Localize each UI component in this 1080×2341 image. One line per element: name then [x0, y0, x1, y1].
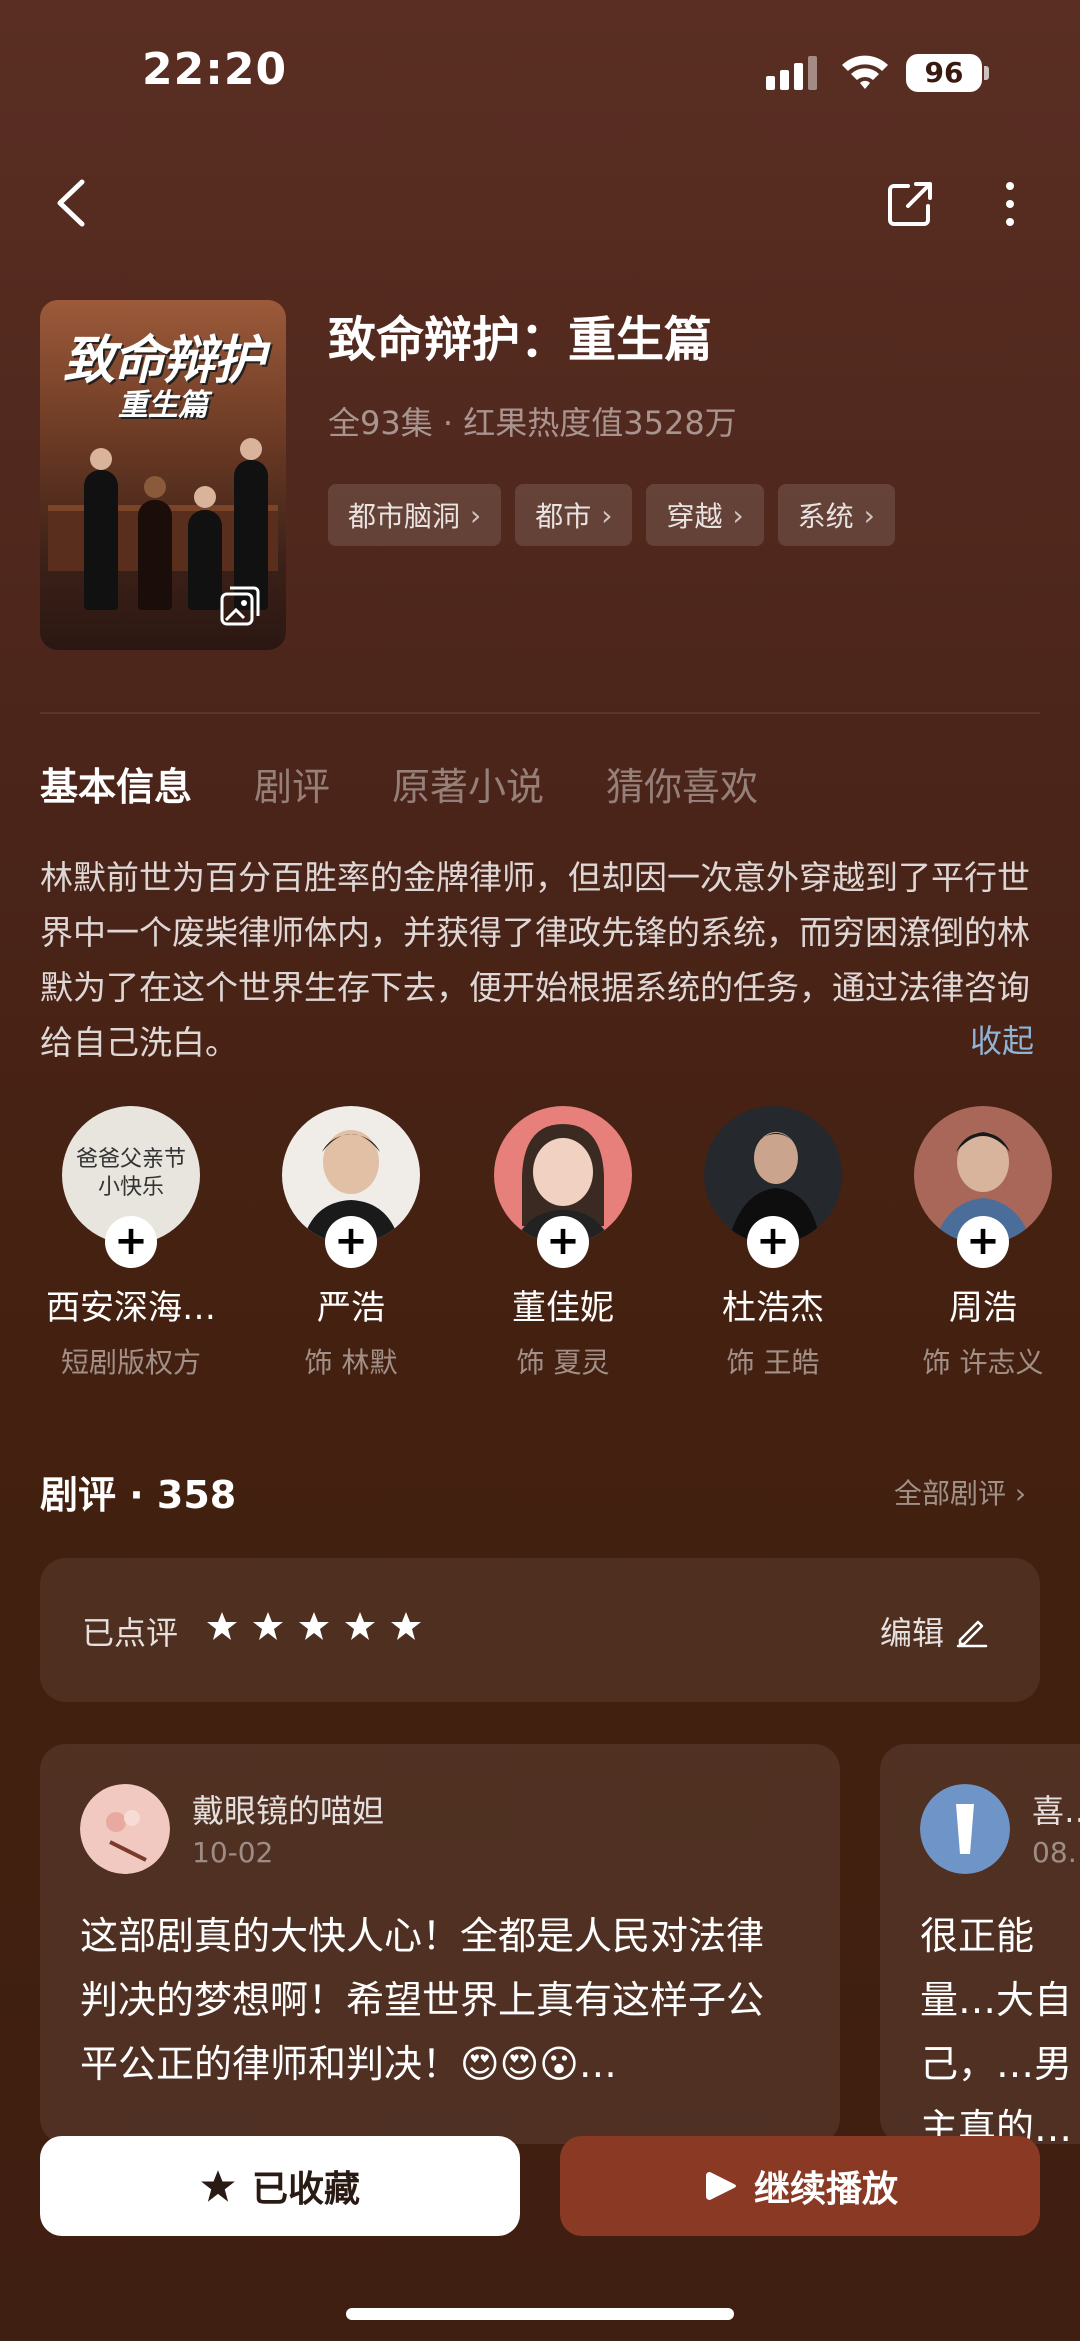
follow-plus-icon[interactable]: + [957, 1216, 1009, 1268]
poster-figure-head [240, 438, 262, 460]
tag-label: 都市 [535, 500, 592, 533]
follow-plus-icon[interactable]: + [537, 1216, 589, 1268]
synopsis-text: 林默前世为百分百胜率的金牌律师，但却因一次意外穿越到了平行世界中一个废柴律师体内… [40, 858, 1030, 1062]
reviewer-avatar [920, 1784, 1010, 1874]
cast-role: 饰 夏灵 [516, 1346, 610, 1379]
collapse-link[interactable]: 收起 [970, 1016, 1034, 1062]
tab-basic-info[interactable]: 基本信息 [40, 756, 192, 811]
back-arrow-icon[interactable] [52, 176, 92, 230]
share-icon[interactable] [886, 180, 934, 228]
poster-figure [188, 510, 222, 610]
drama-title: 致命辩护：重生篇 [328, 312, 713, 368]
cast-name: 董佳妮 [512, 1288, 614, 1328]
chevron-right-icon: › [863, 498, 875, 532]
reviewer-name: 喜… [1032, 1792, 1080, 1830]
all-reviews-link[interactable]: 全部剧评 › [894, 1472, 1026, 1512]
review-card[interactable]: 戴眼镜的喵妲 10-02 这部剧真的大快人心！全都是人民对法律判决的梦想啊！希望… [40, 1744, 840, 2144]
rating-stars[interactable] [206, 1610, 422, 1642]
cast-member[interactable]: + 严浩 饰 林默 [266, 1106, 436, 1381]
poster-subtitle: 重生篇 [118, 388, 208, 423]
drama-meta: 全93集 · 红果热度值3528万 [328, 404, 737, 442]
continue-play-button[interactable]: 继续播放 [560, 2136, 1040, 2236]
wifi-icon [842, 55, 888, 89]
section-divider [40, 712, 1040, 714]
star-icon [345, 1612, 375, 1640]
svg-text:爸爸父亲节: 爸爸父亲节 [76, 1147, 186, 1172]
svg-text:小快乐: 小快乐 [98, 1175, 164, 1200]
star-icon [253, 1612, 283, 1640]
tag-chip[interactable]: 都市 › [515, 484, 633, 546]
tag-label: 系统 [797, 500, 854, 533]
cast-role: 短剧版权方 [60, 1346, 201, 1379]
poster-figure-head [90, 448, 112, 470]
cast-member[interactable]: + 杜浩杰 饰 王皓 [688, 1106, 858, 1381]
tab-original-novel[interactable]: 原著小说 [392, 756, 544, 811]
review-date: 10-02 [192, 1836, 274, 1869]
more-options-icon[interactable] [998, 180, 1022, 228]
reviewer-avatar [80, 1784, 170, 1874]
poster-figure [138, 500, 172, 610]
play-icon [705, 2172, 736, 2200]
status-time: 22:20 [142, 44, 288, 95]
follow-plus-icon[interactable]: + [325, 1216, 377, 1268]
cast-role: 饰 王皓 [726, 1346, 820, 1379]
play-label: 继续播放 [753, 2169, 898, 2210]
tab-recommendations[interactable]: 猜你喜欢 [606, 756, 758, 811]
pencil-icon [956, 1620, 988, 1648]
cast-name: 杜浩杰 [722, 1288, 824, 1328]
battery-indicator: 96 [906, 54, 982, 92]
review-card[interactable]: 喜… 08… 很正能量…大自己，…男主真的… [880, 1744, 1080, 2144]
cast-member[interactable]: + 周浩 饰 许志义 [898, 1106, 1068, 1381]
poster-figure-head [194, 486, 216, 508]
battery-tip [984, 66, 989, 80]
cast-name: 西安深海… [46, 1288, 216, 1328]
follow-plus-icon[interactable]: + [747, 1216, 799, 1268]
cast-name: 严浩 [317, 1288, 385, 1328]
reviews-section-title: 剧评 · 358 [40, 1473, 237, 1517]
chevron-right-icon: › [1014, 1477, 1027, 1510]
chevron-right-icon: › [470, 498, 482, 532]
star-icon [391, 1612, 421, 1640]
cellular-signal-icon [766, 56, 817, 90]
tab-reviews[interactable]: 剧评 [254, 756, 330, 811]
star-icon [207, 1612, 237, 1640]
star-icon [201, 2170, 235, 2202]
all-reviews-label: 全部剧评 [894, 1477, 1007, 1510]
tag-chip[interactable]: 都市脑洞 › [328, 484, 502, 546]
cast-role: 饰 林默 [304, 1346, 398, 1379]
poster-figure [84, 470, 118, 610]
edit-label: 编辑 [880, 1614, 945, 1652]
chevron-right-icon: › [732, 498, 744, 532]
follow-plus-icon[interactable]: + [105, 1216, 157, 1268]
reviewer-name: 戴眼镜的喵妲 [192, 1792, 385, 1830]
review-text: 这部剧真的大快人心！全都是人民对法律判决的梦想啊！希望世界上真有这样子公平公正的… [80, 1914, 765, 2086]
tag-chip[interactable]: 穿越 › [646, 484, 764, 546]
review-text: 很正能量…大自己，…男主真的… [920, 1914, 1073, 2144]
edit-review-button[interactable]: 编辑 [880, 1608, 988, 1654]
tag-list: 都市脑洞 › 都市 › 穿越 › 系统 › [328, 484, 895, 546]
star-icon [299, 1612, 329, 1640]
rated-label: 已点评 [82, 1614, 179, 1652]
cast-role: 饰 许志义 [922, 1346, 1044, 1379]
home-indicator [346, 2308, 734, 2320]
tag-label: 都市脑洞 [348, 500, 461, 533]
chevron-right-icon: › [601, 498, 613, 532]
tag-chip[interactable]: 系统 › [777, 484, 895, 546]
favorite-label: 已收藏 [251, 2169, 360, 2210]
review-date: 08… [1032, 1836, 1080, 1869]
cast-member[interactable]: + 董佳妮 饰 夏灵 [478, 1106, 648, 1381]
tag-label: 穿越 [666, 500, 723, 533]
cast-name: 周浩 [949, 1288, 1017, 1328]
tab-bar: 基本信息 剧评 原著小说 猜你喜欢 [40, 756, 758, 811]
poster-figure-head [144, 476, 166, 498]
gallery-icon[interactable] [218, 584, 262, 628]
favorite-button[interactable]: 已收藏 [40, 2136, 520, 2236]
cast-member[interactable]: 爸爸父亲节 小快乐 + 西安深海… 短剧版权方 [46, 1106, 216, 1381]
